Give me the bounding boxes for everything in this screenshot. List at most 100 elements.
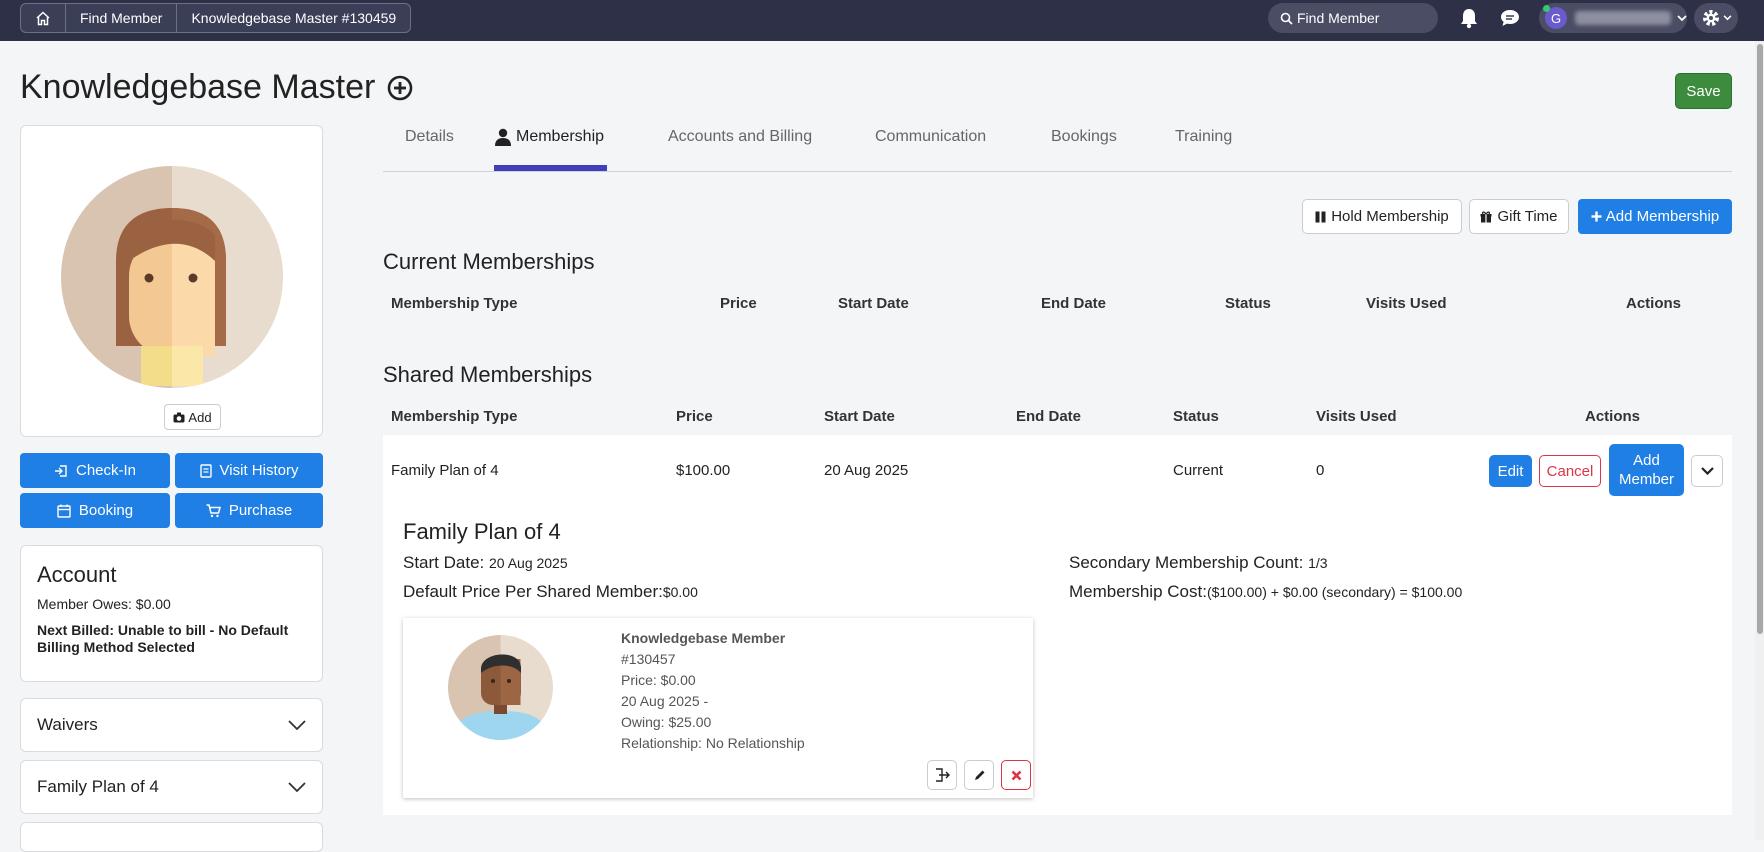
user-name-redacted — [1575, 11, 1671, 25]
settings-menu[interactable] — [1694, 3, 1738, 33]
add-circle-icon[interactable] — [387, 75, 413, 101]
row-start-date: 20 Aug 2025 — [824, 462, 909, 479]
chevron-down-icon — [288, 782, 306, 792]
notifications-button[interactable] — [1457, 6, 1481, 30]
member-avatar-illustration — [61, 166, 283, 388]
shared-member-info: Knowledgebase Member #130457 Price: $0.0… — [621, 628, 805, 754]
row-visits-used: 0 — [1316, 462, 1325, 479]
check-in-button[interactable]: Check-In — [20, 453, 170, 488]
purchase-button[interactable]: Purchase — [175, 493, 323, 528]
breadcrumb-find-member[interactable]: Find Member — [66, 4, 178, 32]
secondary-count-value: 1/3 — [1308, 555, 1328, 571]
expand-row-button[interactable] — [1691, 455, 1723, 487]
document-icon — [199, 463, 212, 478]
col-end-date: End Date — [1016, 408, 1082, 425]
transfer-member-button[interactable] — [927, 760, 957, 790]
sign-in-icon — [54, 464, 67, 477]
user-menu[interactable]: G — [1539, 3, 1687, 33]
visit-history-button[interactable]: Visit History — [175, 453, 323, 488]
user-avatar: G — [1543, 5, 1567, 29]
tab-bookings[interactable]: Bookings — [1051, 128, 1117, 146]
col-start-date: Start Date — [838, 295, 909, 312]
start-date-label: Start Date: — [403, 553, 485, 572]
tab-membership[interactable]: Membership — [494, 128, 604, 146]
bell-icon — [1461, 9, 1477, 29]
waivers-panel[interactable]: Waivers — [20, 698, 323, 752]
col-status: Status — [1173, 408, 1219, 425]
family-plan-panel-label: Family Plan of 4 — [37, 777, 159, 796]
purchase-label: Purchase — [228, 502, 293, 519]
plus-icon — [1591, 211, 1602, 222]
close-icon — [1011, 770, 1021, 780]
hold-membership-button[interactable]: Hold Membership — [1302, 199, 1462, 234]
user-initial: G — [1550, 10, 1562, 26]
shared-memberships-title: Shared Memberships — [383, 362, 593, 387]
online-status-dot — [1543, 5, 1550, 12]
row-status: Current — [1173, 462, 1224, 479]
row-price: $100.00 — [676, 462, 731, 479]
save-button[interactable]: Save — [1675, 73, 1732, 109]
calendar-icon — [57, 504, 71, 518]
booking-button[interactable]: Booking — [20, 493, 170, 528]
shared-member-avatar — [448, 635, 553, 740]
pencil-icon — [974, 770, 984, 780]
col-visits-used: Visits Used — [1316, 408, 1397, 425]
add-photo-button[interactable]: Add — [164, 404, 221, 430]
edit-member-button[interactable] — [964, 760, 994, 790]
chat-icon — [1501, 10, 1519, 26]
add-member-button[interactable]: Add Member — [1609, 444, 1684, 496]
add-photo-label: Add — [188, 409, 212, 425]
secondary-count-label: Secondary Membership Count: — [1069, 553, 1304, 572]
member-search-input[interactable]: Find Member — [1268, 3, 1438, 33]
default-price: Default Price Per Shared Member:$0.00 — [403, 582, 698, 602]
membership-cost-label: Membership Cost: — [1069, 582, 1207, 601]
breadcrumb-current-member[interactable]: Knowledgebase Master #130459 — [177, 4, 410, 32]
tab-communication[interactable]: Communication — [875, 128, 986, 146]
breadcrumb: Find Member Knowledgebase Master #130459 — [20, 3, 412, 33]
breadcrumb-home[interactable] — [21, 4, 66, 32]
family-plan-panel[interactable]: Family Plan of 4 — [20, 760, 323, 814]
membership-cost-value: ($100.00) + $0.00 (secondary) = $100.00 — [1206, 584, 1463, 600]
tab-details[interactable]: Details — [405, 128, 454, 146]
shared-member-card: Knowledgebase Member #130457 Price: $0.0… — [403, 618, 1033, 798]
booking-label: Booking — [78, 502, 134, 519]
col-actions: Actions — [1626, 295, 1682, 312]
add-membership-button[interactable]: Add Membership — [1578, 199, 1732, 234]
profile-card: Add — [20, 125, 323, 437]
page-title: Knowledgebase Master — [20, 68, 413, 107]
gift-time-label: Gift Time — [1497, 208, 1558, 225]
active-tab-indicator — [494, 165, 607, 171]
shared-member-relationship: Relationship: No Relationship — [621, 735, 805, 751]
edit-membership-button[interactable]: Edit — [1489, 455, 1532, 487]
gift-time-button[interactable]: Gift Time — [1469, 199, 1569, 234]
member-search-placeholder: Find Member — [1297, 10, 1380, 26]
waivers-panel-label: Waivers — [37, 715, 98, 734]
additional-panel[interactable] — [20, 822, 323, 852]
shared-member-price: Price: $0.00 — [621, 672, 696, 688]
current-memberships-title: Current Memberships — [383, 249, 595, 274]
messages-button[interactable] — [1498, 6, 1522, 30]
start-date-value: 20 Aug 2025 — [489, 555, 568, 571]
cart-icon — [206, 503, 221, 517]
col-price: Price — [720, 295, 757, 312]
membership-cost: Membership Cost:($100.00) + $0.00 (secon… — [1069, 582, 1462, 602]
chevron-down-icon — [1723, 15, 1731, 21]
col-actions: Actions — [1585, 408, 1641, 425]
camera-icon — [173, 412, 185, 422]
cancel-membership-button[interactable]: Cancel — [1539, 455, 1601, 487]
remove-member-button[interactable] — [1001, 760, 1031, 790]
scrollbar-thumb[interactable] — [1757, 44, 1763, 634]
shared-start-date: Start Date: 20 Aug 2025 — [403, 553, 568, 573]
row-membership-type: Family Plan of 4 — [391, 462, 499, 479]
tab-accounts-billing[interactable]: Accounts and Billing — [668, 128, 812, 146]
col-price: Price — [676, 408, 713, 425]
gear-icon — [1702, 10, 1719, 26]
top-navbar: Find Member Knowledgebase Master #130459… — [0, 0, 1764, 41]
shared-member-id: #130457 — [621, 651, 676, 667]
user-icon — [495, 128, 511, 146]
secondary-count: Secondary Membership Count: 1/3 — [1069, 553, 1328, 573]
chevron-down-icon — [1677, 14, 1687, 21]
shared-member-name[interactable]: Knowledgebase Member — [621, 628, 805, 649]
hold-membership-label: Hold Membership — [1331, 208, 1449, 225]
tab-training[interactable]: Training — [1175, 128, 1232, 146]
